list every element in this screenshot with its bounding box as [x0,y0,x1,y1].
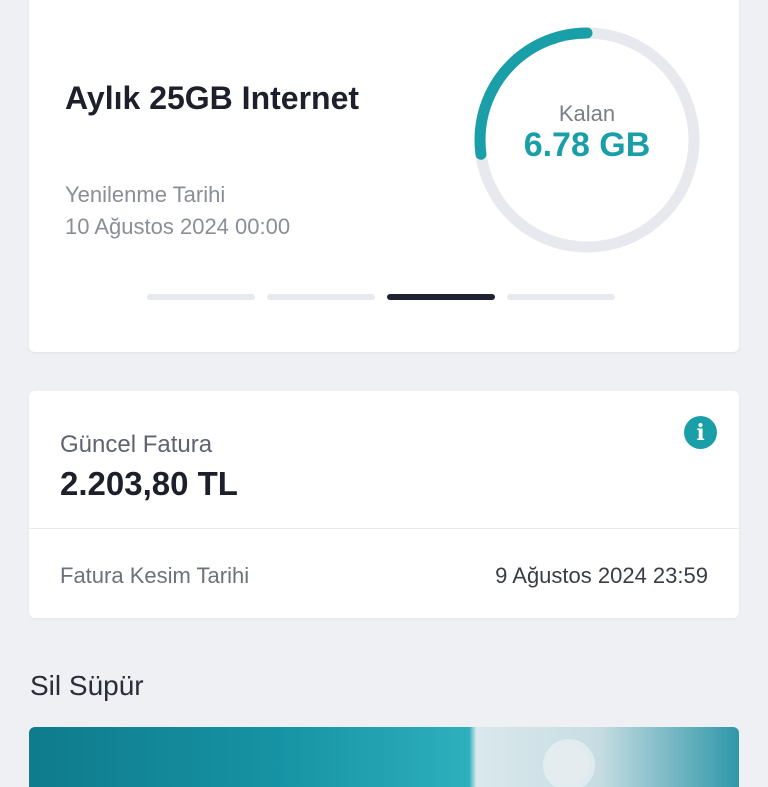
current-bill-amount: 2.203,80 TL [60,465,238,502]
info-icon[interactable]: i [684,416,717,449]
package-card[interactable]: Aylık 25GB Internet Yenilenme Tarihi 10 … [29,0,739,352]
carousel-dot[interactable] [507,294,615,300]
renewal-date: 10 Ağustos 2024 00:00 [65,214,291,239]
carousel-dot[interactable] [267,294,375,300]
divider [29,528,739,529]
bill-card[interactable]: Güncel Fatura 2.203,80 TL i Fatura Kesim… [29,391,739,618]
carousel-dot-active[interactable] [387,294,495,300]
banner-image [549,745,589,785]
bill-cut-label: Fatura Kesim Tarihi [60,563,250,588]
package-title: Aylık 25GB Internet [65,80,360,116]
renewal-label: Yenilenme Tarihi [65,182,226,207]
section-title: Sil Süpür [30,670,144,701]
current-bill-label: Güncel Fatura [60,431,213,458]
bill-cut-date: 9 Ağustos 2024 23:59 [495,563,708,588]
carousel-indicator [147,294,615,300]
promo-banner[interactable] [29,727,739,787]
carousel-dot[interactable] [147,294,255,300]
gauge-label: Kalan [558,101,616,126]
gauge-value: 6.78 GB [523,126,651,164]
